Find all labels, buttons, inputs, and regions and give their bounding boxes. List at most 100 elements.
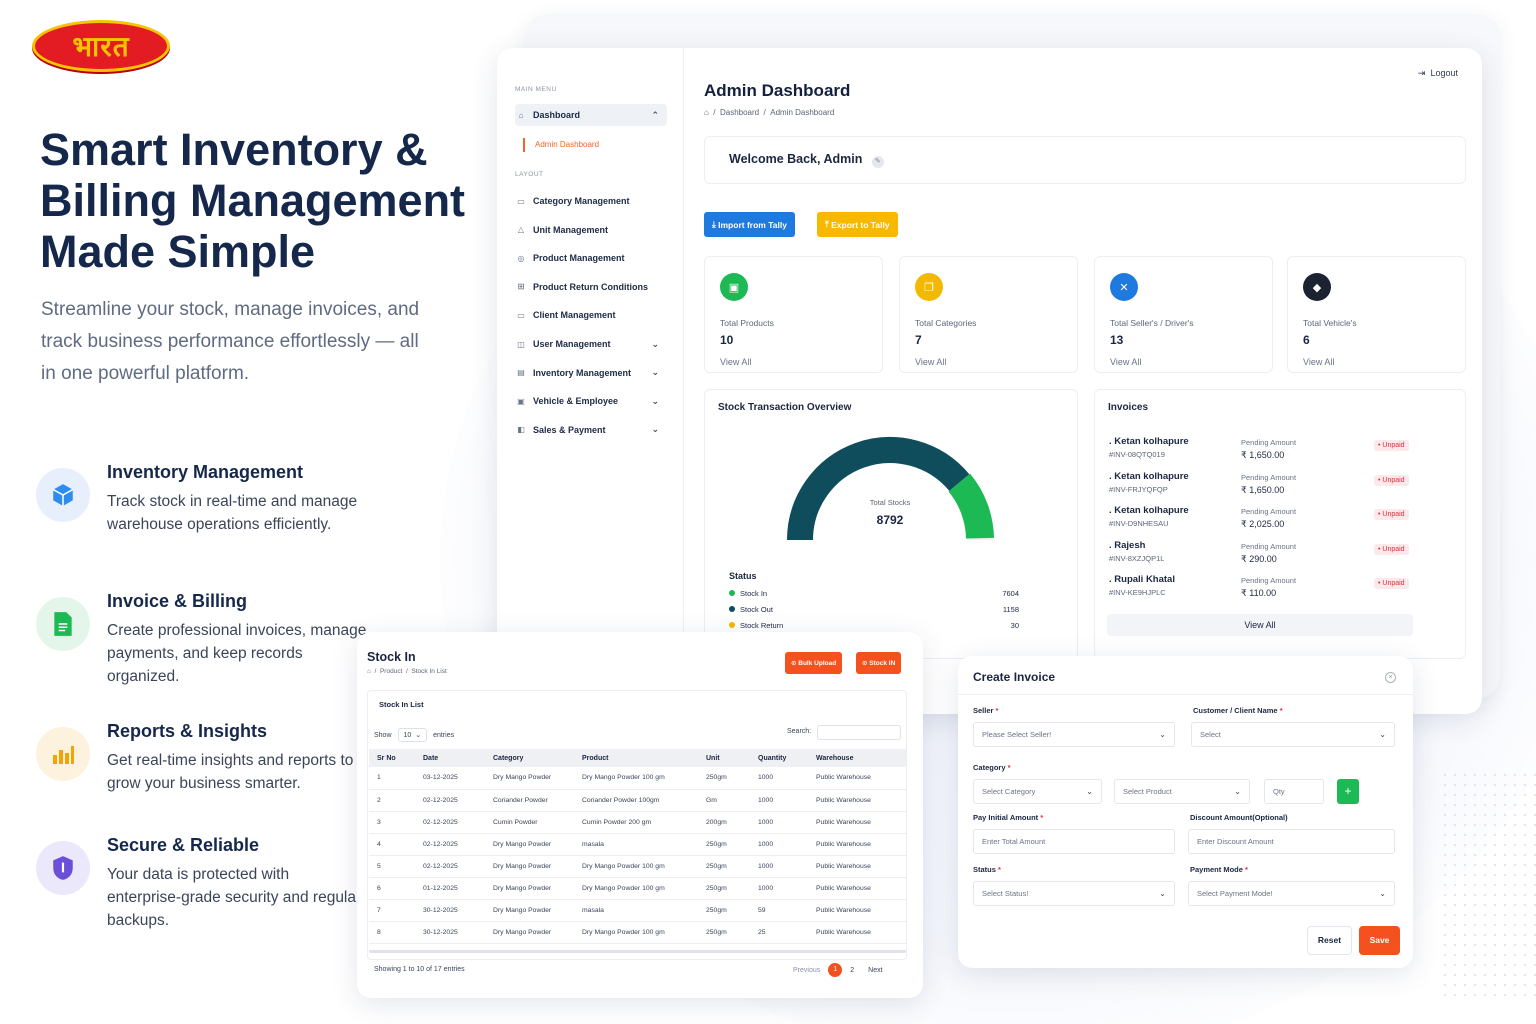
column-header[interactable]: Unit	[698, 749, 750, 767]
table-row[interactable]: 7 30-12-2025 Dry Mango Powder masala 250gm 59…	[369, 899, 906, 922]
sidebar-item[interactable]: △ Unit Management	[515, 219, 667, 241]
sidebar-section-main: MAIN MENU	[515, 86, 557, 93]
sidebar-item[interactable]: ▭ Client Management	[515, 304, 667, 326]
sidebar-item-label: Vehicle & Employee	[533, 396, 619, 407]
cube-icon	[36, 468, 90, 522]
customer-select[interactable]: Select ⌄	[1191, 722, 1395, 747]
logout-button[interactable]: ⇥ Logout	[1418, 68, 1458, 79]
qty-input[interactable]: Qty	[1264, 779, 1324, 804]
search-input[interactable]	[817, 725, 901, 740]
breadcrumb-product[interactable]: Product	[380, 668, 402, 675]
feature-text: Get real-time insights and reports to gr…	[107, 752, 354, 792]
invoice-row[interactable]: . Ketan kolhapure #INV-FRJYQFQP Pending Am…	[1109, 471, 1454, 505]
export-tally-button[interactable]: ⤒ Export to Tally	[817, 212, 898, 237]
legend-value: 7604	[1002, 589, 1019, 598]
pay-initial-input[interactable]: Enter Total Amount	[973, 829, 1175, 854]
entries-select[interactable]: 10 ⌄	[397, 728, 428, 742]
truck-icon: ▣	[517, 396, 525, 406]
column-header[interactable]: Warehouse	[808, 749, 906, 767]
invoices-card: Invoices . Ketan kolhapure #INV-08QTQ019 P…	[1094, 389, 1466, 659]
pending-amount-label: Pending Amount	[1241, 438, 1297, 447]
pagination-page-1[interactable]: 1	[828, 963, 843, 977]
stat-label: Total Seller's / Driver's	[1110, 318, 1194, 328]
pay-initial-label: Pay Initial Amount *	[973, 813, 1043, 822]
view-all-link[interactable]: View All	[915, 357, 946, 367]
table-row[interactable]: 3 02-12-2025 Cumin Powder Cumin Powder 200 …	[369, 811, 906, 834]
table-row[interactable]: 6 01-12-2025 Dry Mango Powder Dry Mango Pow…	[369, 877, 906, 900]
stat-card-categories[interactable]: ❐ Total Categories 7 View All	[899, 256, 1078, 373]
select-placeholder: Select Product	[1123, 787, 1172, 796]
table-row[interactable]: 4 02-12-2025 Dry Mango Powder masala 250gm 10…	[369, 833, 906, 856]
invoice-row[interactable]: . Rajesh #INV-8XZJQP1L Pending Amount ₹ 290…	[1109, 540, 1454, 574]
breadcrumb-dashboard[interactable]: Dashboard	[720, 108, 759, 117]
discount-input[interactable]: Enter Discount Amount	[1188, 829, 1395, 854]
pagination-next[interactable]: Next	[868, 967, 882, 974]
stat-card-sellers[interactable]: ✕ Total Seller's / Driver's 13 View All	[1094, 256, 1273, 373]
invoices-view-all-button[interactable]: View All	[1107, 614, 1413, 636]
sidebar-item[interactable]: ◫ User Management ⌄	[515, 333, 667, 355]
table-cell: masala	[574, 899, 698, 922]
bulk-upload-button[interactable]: ⊙ Bulk Upload	[785, 652, 843, 674]
reset-button[interactable]: Reset	[1307, 926, 1352, 955]
add-item-button[interactable]: +	[1337, 779, 1359, 804]
product-select[interactable]: Select Product ⌄	[1114, 779, 1250, 804]
stock-in-add-button[interactable]: ⊙ Stock IN	[856, 652, 902, 674]
stat-card-vehicles[interactable]: ◆ Total Vehicle's 6 View All	[1287, 256, 1466, 373]
stat-card-products[interactable]: ▣ Total Products 10 View All	[704, 256, 883, 373]
save-button[interactable]: Save	[1359, 926, 1400, 955]
pending-amount: ₹ 2,025.00	[1241, 519, 1285, 530]
plus-circle-icon: ⊙	[862, 660, 868, 667]
invoice-row[interactable]: . Ketan kolhapure #INV-08QTQ019 Pending Am…	[1109, 436, 1454, 470]
table-cell: 3	[369, 811, 415, 834]
invoice-row[interactable]: . Ketan kolhapure #INV-D9NHESAU Pending Am…	[1109, 505, 1454, 539]
legend-item: Stock In 7604	[729, 589, 1019, 601]
seller-select[interactable]: Please Select Seller! ⌄	[973, 722, 1175, 747]
column-header[interactable]: Date	[415, 749, 485, 767]
view-all-link[interactable]: View All	[1303, 357, 1334, 367]
table-cell: 30-12-2025	[415, 921, 485, 944]
invoice-id: #INV-FRJYQFQP	[1109, 484, 1168, 494]
category-select[interactable]: Select Category ⌄	[973, 779, 1102, 804]
stock-overview-card: Stock Transaction Overview Total Stocks …	[704, 389, 1078, 659]
invoice-id: #INV-08QTQ019	[1109, 450, 1165, 459]
sidebar-subitem-admin-dashboard[interactable]: Admin Dashboard	[523, 138, 599, 152]
table-row[interactable]: 1 03-12-2025 Dry Mango Powder Dry Mango Pow…	[369, 767, 906, 790]
import-tally-button[interactable]: ⤓ Import from Tally	[704, 212, 795, 237]
home-icon[interactable]: ⌂	[704, 108, 709, 117]
feature-text: Your data is protected with enterprise-g…	[107, 866, 362, 929]
column-header[interactable]: Quantity	[750, 749, 808, 767]
table-cell: Dry Mango Powder 100 gm	[574, 855, 698, 878]
entries-label: entries	[433, 731, 455, 739]
view-all-link[interactable]: View All	[720, 357, 751, 367]
close-icon[interactable]: ×	[1385, 672, 1396, 683]
table-row[interactable]: 8 30-12-2025 Dry Mango Powder Dry Mango Pow…	[369, 921, 906, 944]
table-row[interactable]: 5 02-12-2025 Dry Mango Powder Dry Mango Pow…	[369, 855, 906, 878]
sidebar-item[interactable]: ◧ Sales & Payment ⌄	[515, 419, 667, 441]
unpaid-badge: • Unpaid	[1374, 578, 1409, 590]
table-scrollbar[interactable]	[369, 950, 906, 953]
sidebar-item[interactable]: ▤ Inventory Management ⌄	[515, 362, 667, 384]
pending-amount-label: Pending Amount	[1241, 507, 1297, 517]
stock-in-title: Stock In	[367, 650, 416, 664]
column-header[interactable]: Sr No	[369, 749, 415, 767]
stat-label: Total Products	[720, 318, 774, 328]
sidebar-item[interactable]: ▭ Category Management	[515, 190, 667, 212]
status-select[interactable]: Select Status! ⌄	[973, 881, 1175, 906]
sidebar-item[interactable]: ⊞ Product Return Conditions	[515, 276, 667, 298]
view-all-link[interactable]: View All	[1110, 357, 1141, 367]
pagination-previous[interactable]: Previous	[793, 967, 820, 974]
logo-text: भारत	[72, 30, 130, 63]
column-header[interactable]: Product	[574, 749, 698, 767]
invoice-row[interactable]: . Rupali Khatal #INV-KE9HJPLC Pending Amou…	[1109, 574, 1454, 608]
brand-logo[interactable]: भारत	[32, 20, 170, 72]
sidebar-item[interactable]: ▣ Vehicle & Employee ⌄	[515, 390, 667, 412]
sidebar-item-dashboard[interactable]: ⌂ Dashboard ⌃	[515, 104, 667, 126]
home-icon[interactable]: ⌂	[367, 668, 371, 675]
sidebar-item[interactable]: ◎ Product Management	[515, 247, 667, 269]
invoice-client: . Ketan kolhapure	[1109, 470, 1189, 482]
payment-mode-select[interactable]: Select Payment Mode! ⌄	[1188, 881, 1395, 906]
column-header[interactable]: Category	[485, 749, 574, 767]
pagination-page-2[interactable]: 2	[850, 967, 854, 974]
button-label: Stock IN	[869, 659, 896, 667]
table-row[interactable]: 2 02-12-2025 Coriander Powder Coriander Pow…	[369, 789, 906, 812]
